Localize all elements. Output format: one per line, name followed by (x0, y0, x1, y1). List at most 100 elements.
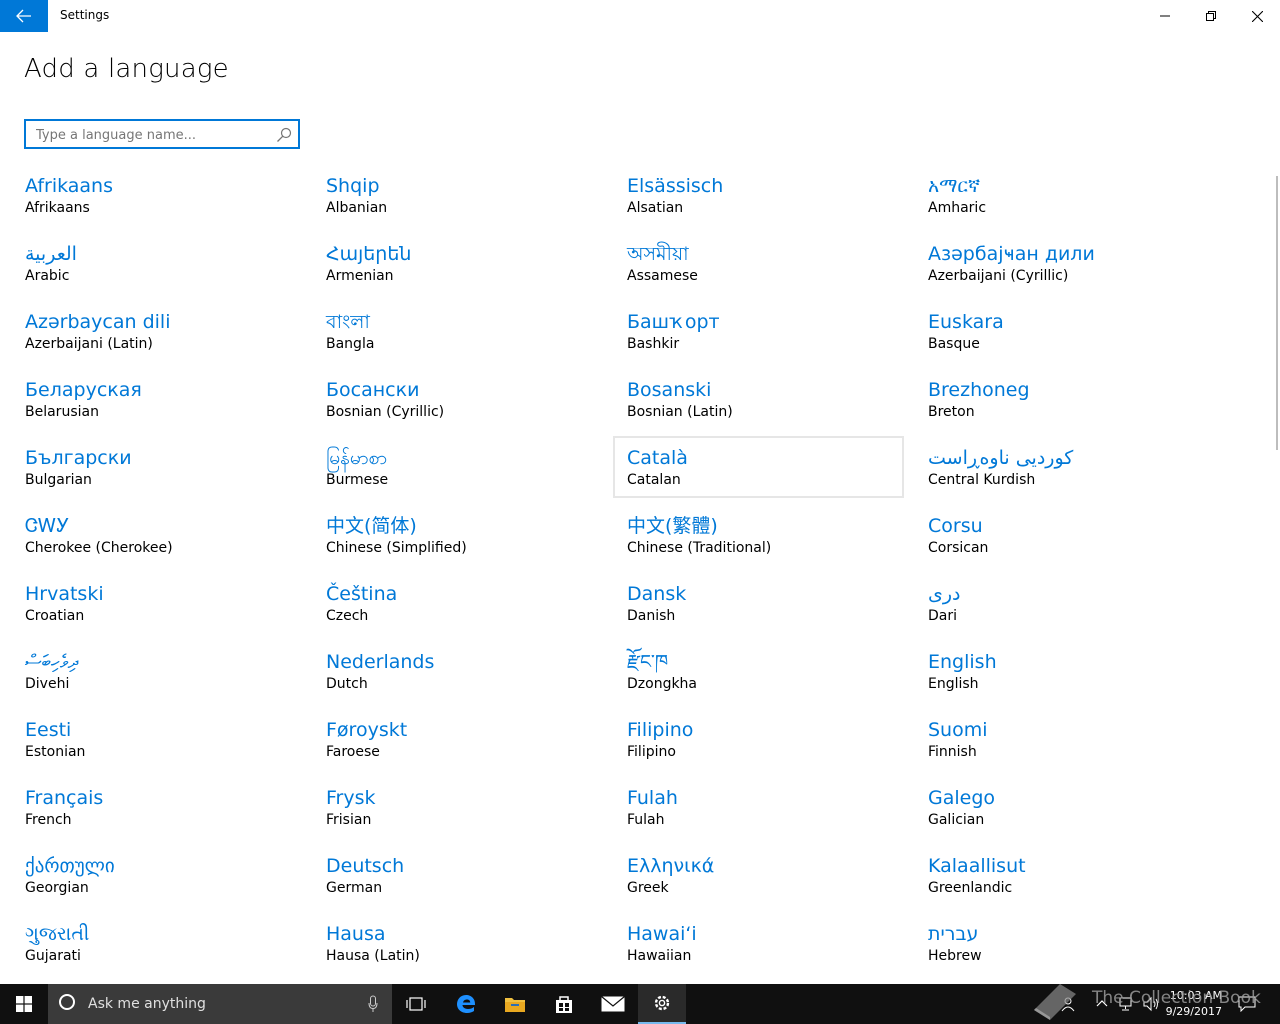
language-item[interactable]: Hawaiʻi Hawaiian (613, 912, 904, 974)
language-english-name: Azerbaijani (Cyrillic) (928, 268, 1069, 284)
language-item[interactable]: Galego Galician (914, 776, 1205, 838)
language-item[interactable]: Kalaallisut Greenlandic (914, 844, 1205, 906)
language-item[interactable]: অসমীয়া Assamese (613, 232, 904, 294)
close-button[interactable] (1234, 0, 1280, 32)
language-english-name: Breton (928, 404, 975, 420)
language-native-name: Filipino (627, 719, 694, 741)
language-item[interactable]: Shqip Albanian (312, 164, 603, 226)
language-item[interactable]: 中文(简体) Chinese (Simplified) (312, 504, 603, 566)
mail-button[interactable] (589, 984, 637, 1024)
language-english-name: Croatian (25, 608, 85, 624)
task-view-button[interactable] (392, 984, 440, 1024)
language-item[interactable]: Čeština Czech (312, 572, 603, 634)
page-title: Add a language (24, 54, 229, 84)
language-item[interactable]: Башҡорт Bashkir (613, 300, 904, 362)
language-item[interactable]: Euskara Basque (914, 300, 1205, 362)
language-english-name: Belarusian (25, 404, 99, 420)
language-item[interactable]: Deutsch German (312, 844, 603, 906)
minimize-button[interactable] (1142, 0, 1188, 32)
language-item[interactable]: ᏣᎳᎩ Cherokee (Cherokee) (11, 504, 302, 566)
language-item[interactable]: Hausa Hausa (Latin) (312, 912, 603, 974)
restore-button[interactable] (1188, 0, 1234, 32)
language-item[interactable]: کوردیی ناوەڕاست Central Kurdish (914, 436, 1205, 498)
minimize-icon (1160, 15, 1170, 17)
language-item[interactable]: Ελληνικά Greek (613, 844, 904, 906)
microphone-icon[interactable] (368, 995, 378, 1013)
language-item[interactable]: Азәрбајҹан дили Azerbaijani (Cyrillic) (914, 232, 1205, 294)
edge-button[interactable] (442, 984, 490, 1024)
language-item[interactable]: Հայերեն Armenian (312, 232, 603, 294)
language-item[interactable]: Nederlands Dutch (312, 640, 603, 702)
language-item[interactable]: Bosanski Bosnian (Latin) (613, 368, 904, 430)
language-item[interactable]: Беларуская Belarusian (11, 368, 302, 430)
language-item[interactable]: العربية Arabic (11, 232, 302, 294)
store-button[interactable] (540, 984, 588, 1024)
language-item[interactable]: Català Catalan (613, 436, 904, 498)
language-english-name: Bulgarian (25, 472, 92, 488)
language-item[interactable]: မြန်မာစာ Burmese (312, 436, 603, 498)
language-english-name: Chinese (Simplified) (326, 540, 467, 556)
language-native-name: Azərbaycan dili (25, 311, 171, 333)
language-item[interactable]: རྫོང་ཁ Dzongkha (613, 640, 904, 702)
language-item[interactable]: Corsu Corsican (914, 504, 1205, 566)
search-icon[interactable] (276, 127, 292, 143)
language-item[interactable]: עברית Hebrew (914, 912, 1205, 974)
language-item[interactable]: Føroyskt Faroese (312, 708, 603, 770)
language-english-name: Greek (627, 880, 669, 896)
language-item[interactable]: ગુજરાતી Gujarati (11, 912, 302, 974)
language-item[interactable]: বাংলা Bangla (312, 300, 603, 362)
language-native-name: Čeština (326, 583, 398, 605)
language-item[interactable]: Български Bulgarian (11, 436, 302, 498)
language-item[interactable]: Azərbaycan dili Azerbaijani (Latin) (11, 300, 302, 362)
language-item[interactable]: Suomi Finnish (914, 708, 1205, 770)
language-native-name: Bosanski (627, 379, 712, 401)
language-english-name: Galician (928, 812, 985, 828)
language-english-name: Estonian (25, 744, 86, 760)
language-item[interactable]: Frysk Frisian (312, 776, 603, 838)
language-item[interactable]: ქართული Georgian (11, 844, 302, 906)
language-item[interactable]: Elsässisch Alsatian (613, 164, 904, 226)
language-item[interactable]: English English (914, 640, 1205, 702)
windows-logo-icon (16, 996, 32, 1012)
language-english-name: Basque (928, 336, 980, 352)
close-icon (1251, 10, 1263, 22)
cortana-search-box[interactable]: Ask me anything (48, 984, 392, 1024)
title-bar: Settings (0, 0, 1280, 32)
language-item[interactable]: Eesti Estonian (11, 708, 302, 770)
mail-envelope-icon (601, 996, 625, 1012)
language-item[interactable]: Afrikaans Afrikaans (11, 164, 302, 226)
language-native-name: עברית (928, 923, 979, 945)
language-native-name: বাংলা (326, 311, 370, 333)
language-native-name: Fulah (627, 787, 678, 809)
language-item[interactable]: Français French (11, 776, 302, 838)
start-button[interactable] (0, 984, 48, 1024)
language-item[interactable]: Hrvatski Croatian (11, 572, 302, 634)
language-item[interactable]: Brezhoneg Breton (914, 368, 1205, 430)
language-item[interactable]: Filipino Filipino (613, 708, 904, 770)
language-item[interactable]: ދިވެހިބަސް Divehi (11, 640, 302, 702)
language-english-name: Catalan (627, 472, 681, 488)
language-native-name: Shqip (326, 175, 380, 197)
file-explorer-button[interactable] (491, 984, 539, 1024)
language-item[interactable]: Fulah Fulah (613, 776, 904, 838)
language-native-name: Frysk (326, 787, 376, 809)
language-english-name: Czech (326, 608, 369, 624)
language-english-name: Amharic (928, 200, 987, 216)
language-item[interactable]: 中文(繁體) Chinese (Traditional) (613, 504, 904, 566)
scrollbar[interactable] (1276, 176, 1278, 450)
language-item[interactable]: درى Dari (914, 572, 1205, 634)
language-native-name: Босански (326, 379, 420, 401)
language-item[interactable]: Dansk Danish (613, 572, 904, 634)
language-item[interactable]: አማርኛ Amharic (914, 164, 1205, 226)
back-button[interactable] (0, 0, 48, 32)
language-english-name: Dari (928, 608, 958, 624)
language-native-name: Азәрбајҹан дили (928, 243, 1095, 265)
language-search-box[interactable] (24, 119, 300, 149)
language-search-input[interactable] (36, 125, 272, 145)
taskbar: Ask me anything 10:03 AM 9/29/2017 (0, 984, 1280, 1024)
language-item[interactable]: Босански Bosnian (Cyrillic) (312, 368, 603, 430)
language-native-name: Hausa (326, 923, 386, 945)
language-english-name: Divehi (25, 676, 70, 692)
settings-taskbar-button[interactable] (638, 984, 686, 1024)
language-list: Afrikaans Afrikaans Shqip Albanian Elsässisc… (11, 164, 1215, 980)
